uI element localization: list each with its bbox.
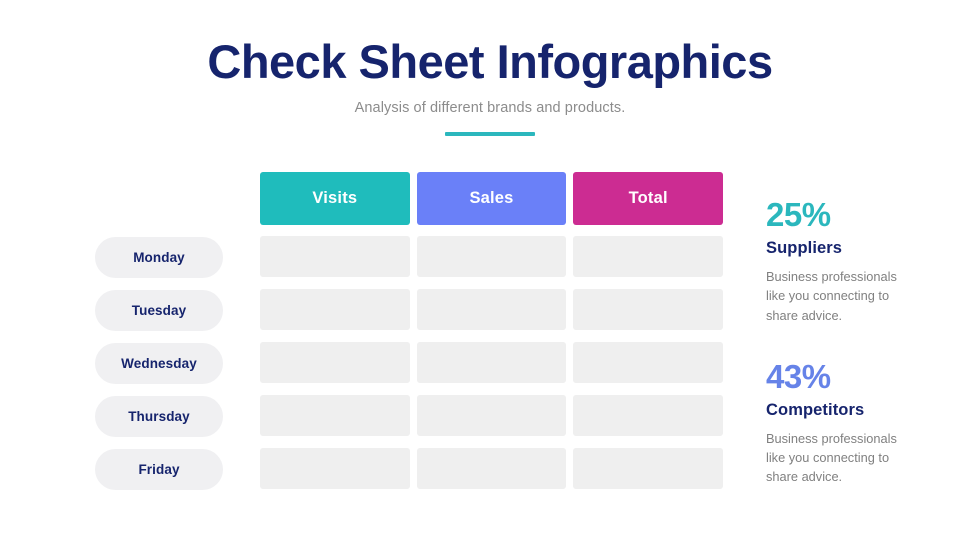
table-cell[interactable] [260,395,410,436]
table-cell[interactable] [573,289,724,330]
table-cell[interactable] [573,342,724,383]
stat-description: Business professionals like you connecti… [766,268,897,323]
table-row [260,342,724,383]
column-header-label: Visits [312,189,358,207]
row-label-monday[interactable]: Monday [95,237,223,278]
stat-label: Suppliers [766,238,843,257]
row-label-tuesday[interactable]: Tuesday [95,290,223,331]
table-grid: Visits Sales Total [260,172,724,501]
row-label-text: Friday [138,462,180,477]
table-header-row: Visits Sales Total [260,172,724,225]
row-label-text: Wednesday [121,356,197,371]
title-divider [445,131,535,136]
stat-value: 25% [766,196,831,233]
check-sheet-table: Monday Tuesday Wednesday Thursday Friday… [95,172,725,497]
infographic-slide: Check Sheet Infographics Analysis of dif… [0,0,980,551]
row-label-text: Tuesday [131,303,187,318]
column-header-sales[interactable]: Sales [416,172,567,225]
page-title: Check Sheet Infographics [207,35,773,88]
stat-label: Competitors [766,400,865,419]
table-cell[interactable] [416,236,567,277]
stat-description: Business professionals like you connecti… [766,430,897,485]
page-subtitle: Analysis of different brands and product… [354,99,626,116]
row-label-thursday[interactable]: Thursday [95,396,223,437]
column-header-label: Sales [469,189,514,207]
stat-block-competitors: 43% Competitors Business professionals l… [766,357,916,487]
row-label-text: Thursday [128,409,190,424]
table-cell[interactable] [573,448,724,489]
table-cell[interactable] [573,395,724,436]
table-cell[interactable] [260,448,410,489]
column-header-total[interactable]: Total [573,172,724,225]
table-cell[interactable] [416,395,567,436]
row-label-wednesday[interactable]: Wednesday [95,343,223,384]
table-row [260,448,724,489]
table-cell[interactable] [260,289,410,330]
column-header-visits[interactable]: Visits [260,172,410,225]
table-row [260,395,724,436]
table-cell[interactable] [260,342,410,383]
table-cell[interactable] [416,448,567,489]
table-cell[interactable] [416,342,567,383]
row-label-column: Monday Tuesday Wednesday Thursday Friday [95,237,223,502]
row-label-text: Monday [133,250,185,265]
table-cell[interactable] [260,236,410,277]
stat-block-suppliers: 25% Suppliers Business professionals lik… [766,196,916,325]
stats-panel: 25% Suppliers Business professionals lik… [766,196,916,522]
table-cell[interactable] [416,289,567,330]
column-header-label: Total [628,189,668,207]
table-row [260,236,724,277]
stat-value: 43% [766,357,831,395]
row-label-friday[interactable]: Friday [95,449,223,490]
slide-header: Check Sheet Infographics Analysis of dif… [0,35,980,136]
table-row [260,289,724,330]
table-cell[interactable] [573,236,724,277]
